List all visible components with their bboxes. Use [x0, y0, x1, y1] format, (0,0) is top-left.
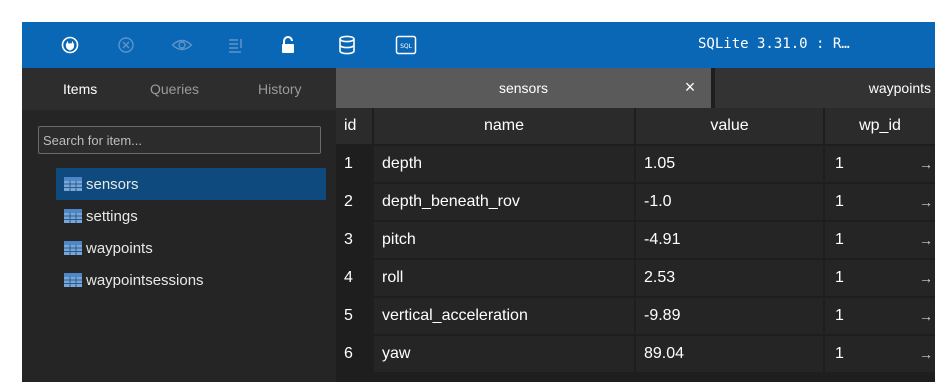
cell-value[interactable]: -1.0: [636, 184, 823, 220]
cell-wp-id-text: 1: [835, 307, 844, 324]
table-row[interactable]: 2 depth_beneath_rov -1.0 1 →: [336, 184, 935, 220]
tab-items[interactable]: Items: [63, 81, 97, 97]
sidebar-tabs: Items Queries History: [22, 68, 336, 110]
cell-value[interactable]: -9.89: [636, 298, 823, 334]
table-row[interactable]: 5 vertical_acceleration -9.89 1 →: [336, 298, 935, 334]
table-icon: [64, 209, 82, 223]
app-title: SQLite 3.31.0 : R…: [698, 36, 850, 52]
arrow-right-icon[interactable]: →: [919, 260, 933, 296]
cell-wp-id-text: 1: [835, 269, 844, 286]
cell-wp-id[interactable]: 1 →: [825, 222, 935, 258]
cell-value[interactable]: 1.05: [636, 146, 823, 182]
cell-wp-id[interactable]: 1 →: [825, 298, 935, 334]
table-icon: [64, 273, 82, 287]
cell-wp-id-text: 1: [835, 231, 844, 248]
table-icon: [64, 241, 82, 255]
tab-sensors[interactable]: sensors ×: [336, 68, 711, 108]
cell-name[interactable]: depth_beneath_rov: [374, 184, 634, 220]
close-icon[interactable]: ×: [681, 78, 699, 96]
column-header-name[interactable]: name: [374, 108, 634, 144]
cell-wp-id[interactable]: 1 →: [825, 146, 935, 182]
disconnect-icon[interactable]: [114, 33, 138, 57]
cell-name[interactable]: pitch: [374, 222, 634, 258]
database-icon[interactable]: [335, 33, 359, 57]
arrow-right-icon[interactable]: →: [919, 336, 933, 372]
sidebar-item-settings[interactable]: settings: [56, 200, 326, 232]
table-header: id name value wp_id: [336, 108, 935, 144]
sql-icon-label: SQL: [400, 43, 413, 50]
arrow-right-icon[interactable]: →: [919, 298, 933, 334]
sidebar-item-label: waypoints: [86, 239, 153, 257]
editor-area: sensors × waypoints id name value wp_id …: [336, 68, 935, 382]
list-icon[interactable]: [224, 33, 248, 57]
arrow-right-icon[interactable]: →: [919, 222, 933, 258]
cell-wp-id-text: 1: [835, 155, 844, 172]
cell-name[interactable]: roll: [374, 260, 634, 296]
sidebar-item-label: settings: [86, 207, 138, 225]
table-row[interactable]: 4 roll 2.53 1 →: [336, 260, 935, 296]
view-icon[interactable]: [170, 33, 194, 57]
sidebar-item-waypointsessions[interactable]: waypointsessions: [56, 264, 326, 296]
cell-value[interactable]: -4.91: [636, 222, 823, 258]
table-row[interactable]: 3 pitch -4.91 1 →: [336, 222, 935, 258]
cell-value[interactable]: 2.53: [636, 260, 823, 296]
cell-wp-id[interactable]: 1 →: [825, 184, 935, 220]
arrow-right-icon[interactable]: →: [919, 184, 933, 220]
search-box: [38, 126, 321, 154]
lock-icon[interactable]: [276, 33, 300, 57]
tab-label: sensors: [498, 80, 549, 96]
sidebar-item-label: waypointsessions: [86, 271, 204, 289]
tab-history[interactable]: History: [258, 81, 302, 97]
sidebar-item-waypoints[interactable]: waypoints: [56, 232, 326, 264]
cell-id[interactable]: 5: [336, 298, 372, 334]
cell-id[interactable]: 1: [336, 146, 372, 182]
tab-queries[interactable]: Queries: [150, 81, 199, 97]
cell-id[interactable]: 4: [336, 260, 372, 296]
table-row[interactable]: 1 depth 1.05 1 →: [336, 146, 935, 182]
toolbar: SQL SQLite 3.31.0 : R…: [22, 22, 935, 68]
cell-wp-id-text: 1: [835, 193, 844, 210]
cell-id[interactable]: 3: [336, 222, 372, 258]
tab-waypoints[interactable]: waypoints: [715, 68, 935, 108]
cell-name[interactable]: yaw: [374, 336, 634, 372]
arrow-right-icon[interactable]: →: [919, 146, 933, 182]
cell-id[interactable]: 6: [336, 336, 372, 372]
column-header-value[interactable]: value: [636, 108, 823, 144]
column-header-id[interactable]: id: [336, 108, 372, 144]
cell-wp-id[interactable]: 1 →: [825, 260, 935, 296]
editor-tabbar: sensors × waypoints: [336, 68, 935, 108]
cell-id[interactable]: 2: [336, 184, 372, 220]
sidebar: Items Queries History sensors: [22, 68, 336, 382]
cell-value[interactable]: 89.04: [636, 336, 823, 372]
cell-name[interactable]: depth: [374, 146, 634, 182]
tab-label: waypoints: [868, 80, 931, 96]
cell-wp-id[interactable]: 1 →: [825, 336, 935, 372]
column-header-wp-id[interactable]: wp_id: [825, 108, 935, 144]
sql-icon[interactable]: SQL: [394, 33, 418, 57]
cell-wp-id-text: 1: [835, 345, 844, 362]
table-icon: [64, 177, 82, 191]
sidebar-item-label: sensors: [86, 175, 139, 193]
sidebar-item-sensors[interactable]: sensors: [56, 168, 326, 200]
cell-name[interactable]: vertical_acceleration: [374, 298, 634, 334]
connect-icon[interactable]: [58, 33, 82, 57]
app-window: SQL SQLite 3.31.0 : R… Items Queries His…: [22, 22, 935, 382]
search-input[interactable]: [39, 127, 320, 153]
table-row[interactable]: 6 yaw 89.04 1 →: [336, 336, 935, 372]
